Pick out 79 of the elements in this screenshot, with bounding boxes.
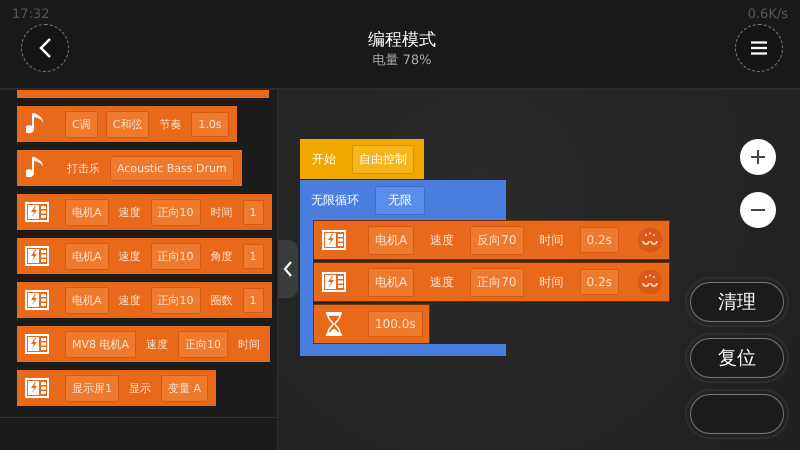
- palette-block[interactable]: 电机A 速度 正向10 时间 1: [17, 194, 272, 230]
- motor-icon: [25, 334, 49, 354]
- palette-block[interactable]: 打击乐 Acoustic Bass Drum: [17, 150, 242, 186]
- block-field[interactable]: 1: [242, 288, 264, 312]
- motor-icon: [25, 290, 49, 310]
- page-title: 编程模式: [368, 28, 436, 50]
- motor-icon: [322, 272, 346, 292]
- motor-icon: [25, 246, 49, 266]
- block-field[interactable]: 正向10: [178, 330, 228, 358]
- motor-icon: [25, 378, 49, 398]
- block-field[interactable]: 100.0s: [368, 311, 423, 337]
- block-label: 圈数: [210, 292, 234, 308]
- hourglass-icon: [325, 311, 343, 337]
- block-label: 速度: [429, 232, 456, 248]
- block-label: 速度: [145, 336, 170, 352]
- motor-block[interactable]: 电机A 速度 反向70 时间 0.2s: [313, 220, 670, 260]
- palette-block[interactable]: 电机A 速度 正向10 角度 1: [17, 238, 272, 274]
- minus-icon: [751, 209, 765, 211]
- battery-level: 电量 78%: [371, 52, 433, 68]
- block-label: 无限循环: [310, 192, 360, 208]
- block-label: 节奏: [158, 116, 182, 132]
- block-label: 时间: [538, 232, 564, 248]
- block-label: 时间: [210, 204, 234, 220]
- zoom-in-button[interactable]: [740, 139, 776, 175]
- block-label: 速度: [118, 292, 142, 308]
- block-label: 打击乐: [66, 160, 101, 176]
- palette-block[interactable]: 电机A 速度 正向10 圈数 1: [17, 282, 272, 318]
- zoom-out-button[interactable]: [740, 192, 776, 228]
- block-field[interactable]: 电机A: [65, 242, 109, 270]
- status-time: 17:32: [12, 6, 50, 22]
- block-label: 角度: [210, 248, 234, 264]
- block-field[interactable]: 无限: [375, 186, 425, 214]
- block-field[interactable]: 1: [242, 200, 264, 224]
- block-field[interactable]: C和弦: [106, 110, 150, 138]
- block-field[interactable]: 电机A: [368, 226, 414, 254]
- block-field[interactable]: 0.2s: [580, 227, 619, 253]
- palette-block[interactable]: 显示屏1 显示 变量 A: [17, 370, 216, 406]
- block-field[interactable]: 正向10: [150, 198, 201, 226]
- motor-block[interactable]: 电机A 速度 正向70 时间 0.2s: [313, 262, 670, 302]
- block-label: 时间: [237, 336, 262, 352]
- block-field[interactable]: 变量 A: [161, 374, 208, 402]
- block-field[interactable]: MV8 电机A: [65, 330, 136, 358]
- block-field[interactable]: C调: [65, 110, 98, 138]
- block-field[interactable]: 电机A: [368, 268, 414, 296]
- block-field[interactable]: 自由控制: [352, 144, 414, 174]
- block-label: 开始: [311, 150, 337, 168]
- back-button[interactable]: [21, 24, 69, 72]
- block-field[interactable]: 反向70: [470, 226, 524, 254]
- chevron-left-icon: [38, 37, 52, 59]
- block-field[interactable]: 1: [242, 244, 264, 268]
- network-speed: 0.6K/s: [748, 6, 788, 22]
- dial-icon[interactable]: [636, 227, 663, 253]
- motor-icon: [25, 202, 49, 222]
- start-block[interactable]: 开始 自由控制: [300, 139, 424, 179]
- menu-button[interactable]: [735, 24, 783, 72]
- block-field[interactable]: 正向10: [150, 286, 201, 314]
- block-label: 时间: [538, 274, 564, 290]
- menu-icon: [751, 41, 767, 55]
- block-field[interactable]: 电机A: [65, 198, 109, 226]
- wait-block[interactable]: 100.0s: [313, 304, 430, 344]
- chevron-left-icon: [283, 260, 293, 278]
- block-label: 速度: [429, 274, 456, 290]
- block-field[interactable]: Acoustic Bass Drum: [110, 156, 234, 180]
- collapse-panel-button[interactable]: [278, 240, 298, 298]
- palette-block[interactable]: MV8 电机A 速度 正向10 时间: [17, 326, 270, 362]
- block-field[interactable]: 电机A: [65, 286, 109, 314]
- block-field[interactable]: 正向10: [150, 242, 201, 270]
- block-field[interactable]: 显示屏1: [65, 374, 119, 402]
- dial-icon[interactable]: [636, 269, 663, 295]
- block-field[interactable]: 0.2s: [580, 269, 619, 295]
- block-field[interactable]: 正向70: [470, 268, 524, 296]
- motor-icon: [322, 230, 346, 250]
- block-label: 速度: [118, 248, 142, 264]
- palette-block[interactable]: C调 C和弦 节奏 1.0s: [17, 106, 237, 142]
- block-field[interactable]: 1.0s: [191, 112, 229, 136]
- block-label: 速度: [118, 204, 142, 220]
- block-label: 显示: [128, 380, 152, 396]
- loop-block[interactable]: 无限循环 无限: [300, 180, 506, 220]
- plus-icon: [750, 149, 766, 165]
